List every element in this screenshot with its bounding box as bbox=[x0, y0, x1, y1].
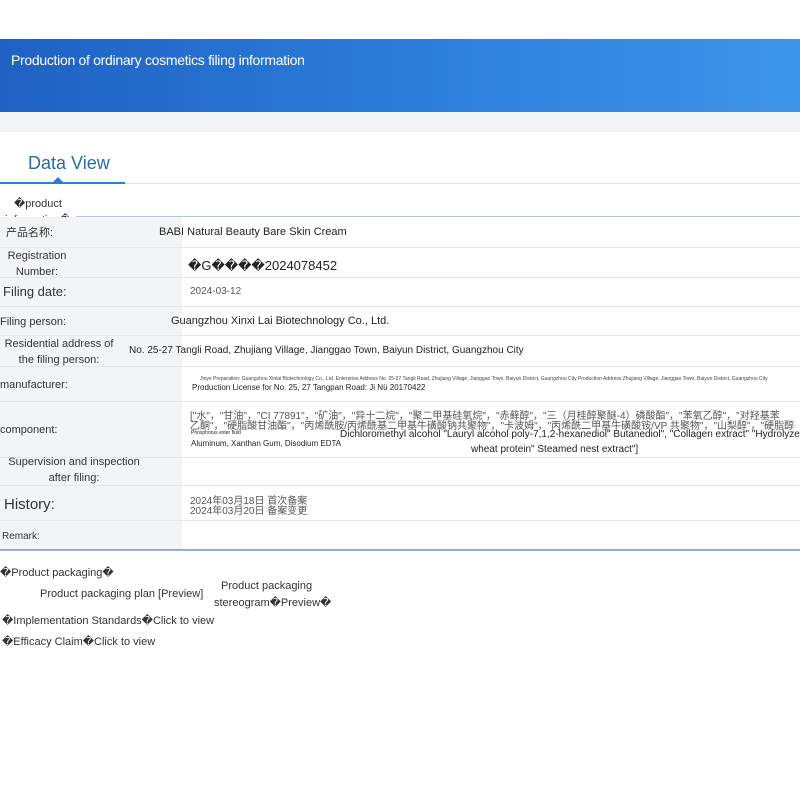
row-supervision: Supervision and inspection after filing: bbox=[0, 456, 800, 486]
stereogram-preview-link[interactable]: stereogram�Preview� bbox=[214, 596, 331, 609]
label-remark: Remark: bbox=[2, 531, 40, 542]
row-component: component: ["水"，"甘油"，"CI 77891"，"矿油"，"异十… bbox=[0, 402, 800, 458]
row-manufacturer: manufacturer: Jinye Preparation: Guangzh… bbox=[0, 367, 800, 402]
tab-data-view[interactable]: Data View bbox=[28, 153, 110, 174]
value-component-small1: Phosphorus ester fluid bbox=[191, 430, 241, 436]
label-filing-date: Filing date: bbox=[3, 284, 67, 299]
value-address: No. 25-27 Tangli Road, Zhujiang Village,… bbox=[129, 345, 524, 356]
row-address: Residential address of the filing person… bbox=[0, 336, 800, 367]
header-banner: Production of ordinary cosmetics filing … bbox=[0, 39, 800, 112]
value-component-small2: Aluminum, Xanthan Gum, Disodium EDTA bbox=[191, 439, 342, 448]
banner-gap bbox=[0, 112, 800, 132]
packaging-heading: �Product packaging� bbox=[0, 567, 114, 579]
table-bottom-border bbox=[0, 549, 800, 551]
value-filing-person: Guangzhou Xinxi Lai Biotechnology Co., L… bbox=[171, 315, 390, 327]
row-product-name: 产品名称: BABI Natural Beauty Bare Skin Crea… bbox=[0, 217, 800, 248]
page-title: Production of ordinary cosmetics filing … bbox=[11, 52, 305, 68]
packaging-plan-label: Product packaging plan bbox=[40, 588, 155, 600]
label-component: component: bbox=[0, 424, 58, 436]
label-product-name: 产品名称: bbox=[6, 227, 54, 239]
label-manufacturer: manufacturer: bbox=[0, 379, 68, 391]
value-component-line3: Dichloromethyl alcohol "Lauryl alcohol p… bbox=[340, 429, 800, 440]
value-registration: �G����2024078452 bbox=[188, 258, 338, 273]
efficacy-claim-link[interactable]: �Efficacy Claim�Click to view bbox=[2, 635, 155, 648]
label-filing-person: Filing person: bbox=[0, 316, 67, 328]
row-filing-person: Filing person: Guangzhou Xinxi Lai Biote… bbox=[0, 307, 800, 336]
value-history-line2: 2024年03月20日 备案变更 bbox=[190, 506, 308, 517]
value-product-name: BABI Natural Beauty Bare Skin Cream bbox=[159, 226, 347, 238]
packaging-plan-link[interactable]: Product packaging plan [Preview] bbox=[40, 588, 203, 600]
stereogram-label-line1: Product packaging bbox=[221, 580, 313, 592]
row-registration: Registration Number: �G����2024078452 bbox=[0, 248, 800, 278]
value-component-line4: wheat protein" Steamed nest extract"] bbox=[471, 444, 639, 455]
label-registration: Registration Number: bbox=[7, 250, 67, 278]
row-remark: Remark: bbox=[0, 521, 800, 549]
value-manufacturer-license: Production License for No. 25, 27 Tangpa… bbox=[192, 383, 426, 392]
tab-active-indicator bbox=[0, 182, 125, 184]
tab-caret-icon bbox=[53, 177, 63, 182]
packaging-plan-preview-link[interactable]: [Preview] bbox=[158, 588, 203, 600]
value-manufacturer-detail: Jinye Preparation: Guangzhou Xinlai Biot… bbox=[200, 376, 768, 382]
implementation-standards-link[interactable]: �Implementation Standards�Click to view bbox=[2, 614, 214, 627]
label-address: Residential address of the filing person… bbox=[4, 338, 114, 366]
row-history: History: 2024年03月18日 首次备案 2024年03月20日 备案… bbox=[0, 486, 800, 521]
label-history: History: bbox=[4, 496, 55, 513]
row-filing-date: Filing date: 2024-03-12 bbox=[0, 278, 800, 307]
label-supervision: Supervision and inspection after filing: bbox=[8, 456, 140, 484]
value-filing-date: 2024-03-12 bbox=[190, 286, 242, 297]
